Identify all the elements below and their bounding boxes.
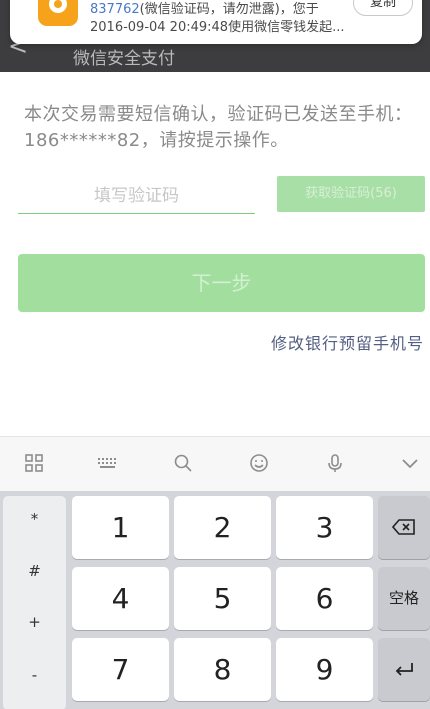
enter-icon xyxy=(395,663,413,676)
sms-notification[interactable]: 837762(微信验证码，请勿泄露)，您于 2016-09-04 20:49:4… xyxy=(10,0,422,44)
notification-line-2: 2016-09-04 20:49:48使用微信零钱发起... xyxy=(90,20,345,35)
digit-key-7[interactable]: 7 xyxy=(72,638,169,701)
page-title: 微信安全支付 xyxy=(73,49,175,69)
modify-phone-link[interactable]: 修改银行预留手机号 xyxy=(271,330,424,354)
symbol-column: * # + - xyxy=(3,496,66,709)
digit-key-2[interactable]: 2 xyxy=(174,496,271,559)
symbol-key-asterisk[interactable]: * xyxy=(3,510,66,528)
grid-icon[interactable] xyxy=(22,453,46,477)
symbol-key-minus[interactable]: - xyxy=(3,666,66,684)
digit-key-1[interactable]: 1 xyxy=(72,496,169,559)
digit-key-6[interactable]: 6 xyxy=(276,567,373,630)
digit-key-9[interactable]: 9 xyxy=(276,638,373,701)
notification-line-1: 837762(微信验证码，请勿泄露)，您于 xyxy=(90,2,319,17)
search-icon[interactable] xyxy=(171,453,195,477)
chevron-down-icon[interactable] xyxy=(398,453,422,477)
copy-button[interactable]: 复制 xyxy=(353,0,413,16)
backspace-key[interactable] xyxy=(378,496,430,559)
verification-code-link[interactable]: 837762 xyxy=(90,2,140,17)
messages-app-icon xyxy=(38,0,78,26)
mic-icon[interactable] xyxy=(323,453,347,477)
space-key[interactable]: 空格 xyxy=(378,567,430,630)
numeric-keyboard: * # + - 1 2 3 4 5 6 7 8 9 空格 xyxy=(0,491,430,709)
symbol-key-hash[interactable]: # xyxy=(3,562,66,580)
digit-key-5[interactable]: 5 xyxy=(174,567,271,630)
digit-key-3[interactable]: 3 xyxy=(276,496,373,559)
digit-key-4[interactable]: 4 xyxy=(72,567,169,630)
next-step-button[interactable]: 下一步 xyxy=(18,254,425,312)
keyboard-icon[interactable] xyxy=(96,453,120,477)
keyboard-toolbar xyxy=(0,436,430,491)
backspace-icon xyxy=(391,519,415,535)
enter-key[interactable] xyxy=(378,638,430,701)
emoji-icon[interactable] xyxy=(247,453,271,477)
symbol-key-plus[interactable]: + xyxy=(3,613,66,631)
get-code-button[interactable]: 获取验证码(56) xyxy=(277,176,425,212)
sms-confirmation-text: 本次交易需要短信确认，验证码已发送至手机：186******82，请按提示操作。 xyxy=(24,104,413,151)
digit-key-8[interactable]: 8 xyxy=(174,638,271,701)
verification-code-input[interactable] xyxy=(18,178,255,214)
